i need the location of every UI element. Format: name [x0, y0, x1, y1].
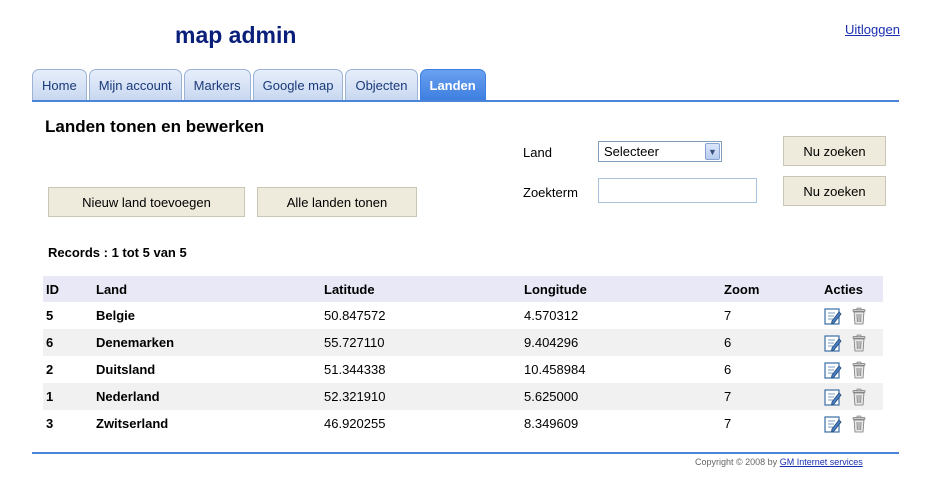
edit-icon[interactable] — [824, 334, 842, 352]
table-row: 1 Nederland 52.321910 5.625000 7 — [43, 383, 883, 410]
app-title: map admin — [175, 22, 297, 48]
logout-link[interactable]: Uitloggen — [845, 22, 900, 37]
col-land: Land — [93, 276, 321, 302]
zoekterm-input[interactable] — [598, 178, 757, 203]
edit-icon[interactable] — [824, 388, 842, 406]
edit-icon[interactable] — [824, 361, 842, 379]
cell-longitude: 8.349609 — [524, 416, 579, 431]
zoekterm-label: Zoekterm — [523, 185, 578, 200]
table-row: 3 Zwitserland 46.920255 8.349609 7 — [43, 410, 883, 437]
cell-zoom: 7 — [724, 416, 732, 431]
cell-land: Duitsland — [96, 362, 156, 377]
show-all-countries-button[interactable]: Alle landen tonen — [257, 187, 417, 217]
table-row: 2 Duitsland 51.344338 10.458984 6 — [43, 356, 883, 383]
main-tabs: Home Mijn account Markers Google map Obj… — [32, 69, 488, 100]
tab-divider — [32, 100, 899, 102]
cell-id: 6 — [43, 329, 93, 356]
tab-google-map[interactable]: Google map — [252, 69, 344, 100]
edit-icon[interactable] — [824, 307, 842, 325]
cell-longitude: 5.625000 — [521, 383, 721, 410]
page-title: Landen tonen en bewerken — [45, 117, 265, 136]
col-acties: Acties — [821, 276, 883, 302]
countries-table: ID Land Latitude Longitude Zoom Acties 5… — [43, 276, 883, 437]
cell-id: 3 — [46, 416, 54, 431]
trash-icon[interactable] — [850, 388, 868, 406]
search-term-button[interactable]: Nu zoeken — [783, 176, 886, 206]
cell-zoom: 6 — [721, 329, 821, 356]
cell-id: 2 — [46, 362, 54, 377]
col-longitude: Longitude — [521, 276, 721, 302]
cell-zoom: 7 — [724, 308, 732, 323]
add-country-button[interactable]: Nieuw land toevoegen — [48, 187, 245, 217]
cell-acties — [821, 302, 883, 329]
table-row: 5 Belgie 50.847572 4.570312 7 — [43, 302, 883, 329]
trash-icon[interactable] — [850, 334, 868, 352]
search-land-button[interactable]: Nu zoeken — [783, 136, 886, 166]
land-select[interactable]: Selecteer ▼ — [598, 141, 722, 162]
edit-icon[interactable] — [824, 415, 842, 433]
cell-zoom: 6 — [724, 362, 732, 377]
trash-icon[interactable] — [850, 307, 868, 325]
table-row: 6 Denemarken 55.727110 9.404296 6 — [43, 329, 883, 356]
tab-objecten[interactable]: Objecten — [345, 69, 418, 100]
tab-mijn-account[interactable]: Mijn account — [88, 69, 182, 100]
cell-latitude: 55.727110 — [321, 329, 521, 356]
col-id: ID — [43, 276, 93, 302]
records-count: Records : 1 tot 5 van 5 — [48, 245, 187, 260]
chevron-down-icon[interactable]: ▼ — [705, 143, 720, 160]
cell-longitude: 4.570312 — [524, 308, 579, 323]
footer-divider — [32, 452, 899, 454]
company-link[interactable]: GM Internet services — [780, 457, 863, 467]
tab-landen[interactable]: Landen — [419, 69, 486, 100]
cell-acties — [821, 329, 883, 356]
copyright: Copyright © 2008 by GM Internet services — [695, 457, 863, 467]
trash-icon[interactable] — [850, 415, 868, 433]
cell-latitude: 50.847572 — [324, 308, 386, 323]
col-zoom: Zoom — [721, 276, 821, 302]
copyright-text: Copyright © 2008 by — [695, 457, 778, 467]
cell-land: Denemarken — [93, 329, 321, 356]
trash-icon[interactable] — [850, 361, 868, 379]
cell-acties — [821, 356, 883, 383]
cell-id: 1 — [43, 383, 93, 410]
tab-markers[interactable]: Markers — [183, 69, 251, 100]
cell-latitude: 51.344338 — [324, 362, 386, 377]
cell-latitude: 52.321910 — [321, 383, 521, 410]
land-label: Land — [523, 145, 552, 160]
cell-latitude: 46.920255 — [324, 416, 386, 431]
cell-land: Belgie — [96, 308, 136, 323]
tab-home[interactable]: Home — [32, 69, 87, 100]
land-select-value: Selecteer — [604, 144, 659, 159]
cell-longitude: 9.404296 — [521, 329, 721, 356]
table-header-row: ID Land Latitude Longitude Zoom Acties — [43, 276, 883, 302]
cell-longitude: 10.458984 — [524, 362, 586, 377]
cell-acties — [821, 383, 883, 410]
col-latitude: Latitude — [321, 276, 521, 302]
table-body: 5 Belgie 50.847572 4.570312 7 6 Denemarken 55.7… — [43, 302, 883, 437]
cell-id: 5 — [46, 308, 54, 323]
cell-land: Zwitserland — [96, 416, 169, 431]
cell-zoom: 7 — [721, 383, 821, 410]
cell-land: Nederland — [93, 383, 321, 410]
cell-acties — [821, 410, 883, 437]
